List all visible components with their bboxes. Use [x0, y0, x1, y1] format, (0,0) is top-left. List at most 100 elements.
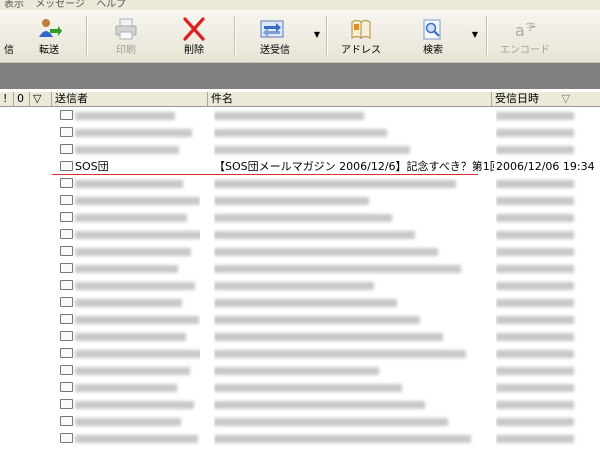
forward-label: 転送	[39, 45, 59, 56]
search-dropdown-icon[interactable]: ▼	[472, 30, 478, 39]
message-subject	[214, 175, 494, 192]
message-row[interactable]: SOS団 【SOS団メールマガジン 2006/12/6】記念すべき？第1回 2006…	[0, 158, 600, 175]
sort-indicator-icon: ▽	[561, 92, 570, 105]
reply-all-button[interactable]: 信	[0, 10, 18, 62]
redacted-placeholder	[75, 350, 200, 358]
delete-button[interactable]: 削除	[168, 10, 220, 62]
message-sender-text: SOS団	[75, 160, 109, 173]
message-subject	[214, 124, 494, 141]
message-row[interactable]	[0, 124, 600, 141]
message-date	[496, 396, 600, 413]
message-sender	[60, 243, 200, 260]
redacted-placeholder	[214, 435, 471, 443]
redacted-placeholder	[75, 180, 183, 188]
search-label: 検索	[423, 45, 443, 56]
address-book-label: アドレス	[341, 45, 381, 56]
envelope-icon	[60, 263, 73, 273]
search-button[interactable]: 検索 ▼	[402, 10, 480, 62]
redacted-placeholder	[496, 333, 574, 341]
message-row[interactable]	[0, 311, 600, 328]
print-button[interactable]: 印刷	[100, 10, 152, 62]
send-receive-label: 送受信	[260, 45, 290, 56]
forward-button[interactable]: 転送	[28, 10, 70, 62]
message-sender: SOS団	[60, 158, 200, 175]
toolbar-separator	[326, 16, 328, 56]
message-row[interactable]	[0, 277, 600, 294]
message-row[interactable]	[0, 243, 600, 260]
redacted-placeholder	[75, 435, 198, 443]
message-date	[496, 124, 600, 141]
redacted-placeholder	[496, 112, 574, 120]
redacted-placeholder	[214, 265, 461, 273]
message-row[interactable]	[0, 209, 600, 226]
message-row[interactable]	[0, 362, 600, 379]
redacted-placeholder	[75, 282, 195, 290]
menu-item-view[interactable]: 表示	[0, 0, 28, 10]
message-subject	[214, 362, 494, 379]
column-header-watch[interactable]: ▽	[30, 92, 52, 106]
menu-item-message[interactable]: メッセージ	[31, 0, 89, 10]
redacted-placeholder	[214, 316, 420, 324]
envelope-icon	[60, 314, 73, 324]
message-row[interactable]	[0, 328, 600, 345]
message-row[interactable]	[0, 141, 600, 158]
redacted-placeholder	[75, 401, 194, 409]
column-header-received[interactable]: 受信日時 ▽	[492, 92, 600, 106]
message-subject	[214, 192, 494, 209]
forward-icon	[39, 19, 62, 37]
message-sender	[60, 379, 200, 396]
message-sender	[60, 226, 200, 243]
redacted-placeholder	[214, 367, 379, 375]
envelope-icon	[60, 246, 73, 256]
column-header-subject[interactable]: 件名	[208, 92, 492, 106]
redacted-placeholder	[214, 180, 456, 188]
envelope-icon	[60, 365, 73, 375]
message-sender	[60, 396, 200, 413]
message-row[interactable]	[0, 107, 600, 124]
message-row[interactable]	[0, 430, 600, 447]
address-book-button[interactable]: アドレス	[334, 10, 388, 62]
redacted-placeholder	[496, 180, 574, 188]
message-subject	[214, 413, 494, 430]
encode-button[interactable]: a 字 エンコード	[494, 10, 556, 62]
envelope-icon	[60, 416, 73, 426]
envelope-icon	[60, 144, 73, 154]
message-sender	[60, 311, 200, 328]
envelope-icon	[60, 161, 73, 171]
column-header-attachment[interactable]: 0	[14, 92, 30, 106]
envelope-icon	[60, 331, 73, 341]
envelope-icon	[60, 229, 73, 239]
message-sender	[60, 294, 200, 311]
message-row[interactable]	[0, 345, 600, 362]
redacted-placeholder	[214, 197, 369, 205]
message-sender	[60, 362, 200, 379]
message-row[interactable]	[0, 413, 600, 430]
redacted-placeholder	[75, 384, 177, 392]
redacted-placeholder	[75, 112, 175, 120]
message-row[interactable]	[0, 294, 600, 311]
redacted-placeholder	[214, 299, 397, 307]
message-row[interactable]	[0, 379, 600, 396]
delete-x-icon	[183, 17, 205, 41]
message-row[interactable]	[0, 396, 600, 413]
message-row[interactable]	[0, 175, 600, 192]
column-header-flag[interactable]: !	[0, 92, 14, 106]
column-header-sender[interactable]: 送信者	[52, 92, 208, 106]
redacted-placeholder	[496, 418, 574, 426]
menu-item-help[interactable]: ヘルプ	[92, 0, 130, 10]
send-receive-button[interactable]: 送受信 ▼	[244, 10, 322, 62]
message-sender	[60, 209, 200, 226]
message-date	[496, 226, 600, 243]
message-subject	[214, 311, 494, 328]
redacted-placeholder	[496, 248, 574, 256]
message-date	[496, 141, 600, 158]
message-sender	[60, 430, 200, 447]
message-sender	[60, 328, 200, 345]
message-subject	[214, 243, 494, 260]
message-row[interactable]	[0, 260, 600, 277]
send-receive-dropdown-icon[interactable]: ▼	[314, 30, 320, 39]
message-row[interactable]	[0, 226, 600, 243]
message-row[interactable]	[0, 192, 600, 209]
envelope-icon	[60, 110, 73, 120]
redacted-placeholder	[496, 384, 574, 392]
